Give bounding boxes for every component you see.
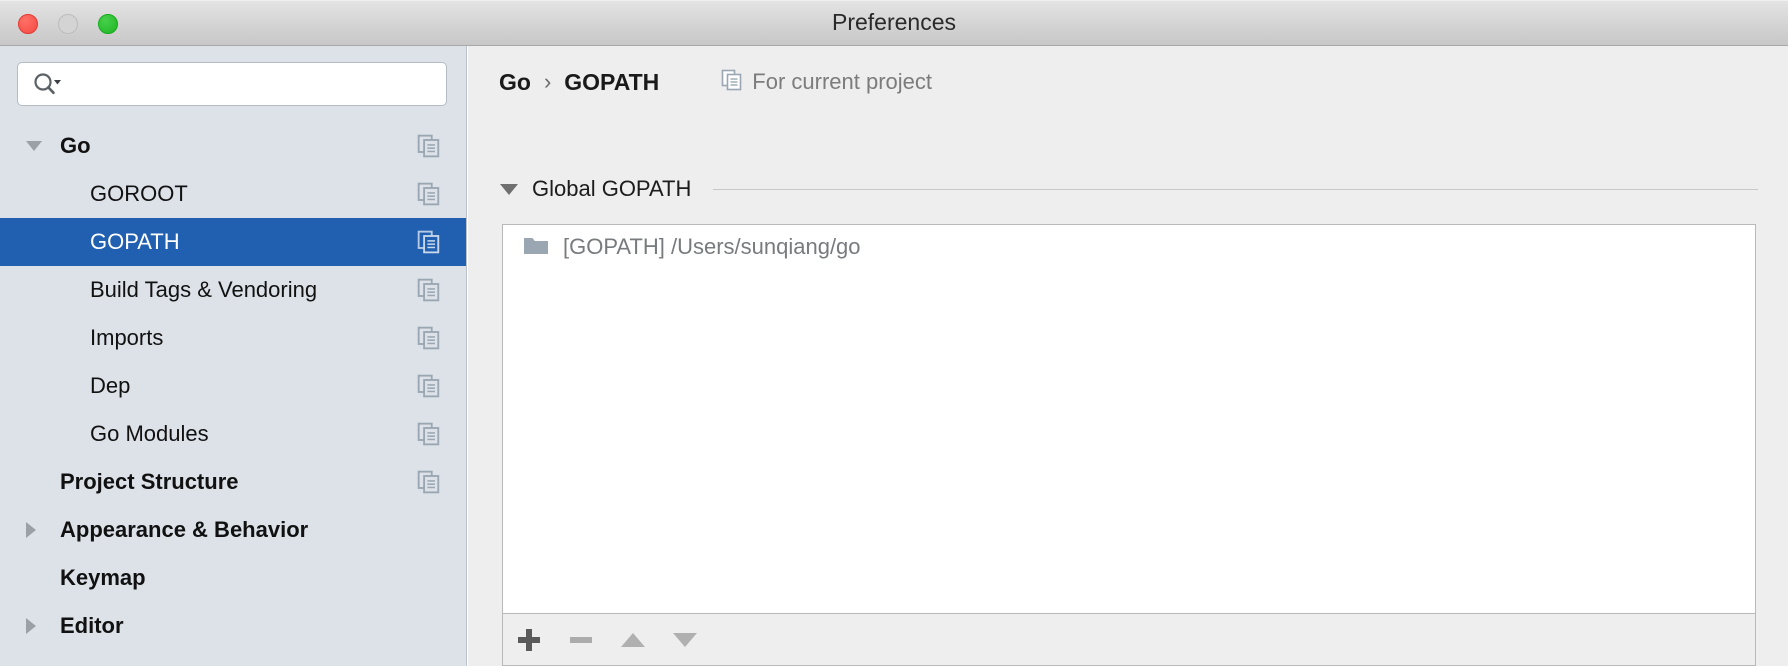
sidebar-item-label: Dep <box>90 373 131 398</box>
copy-settings-icon[interactable] <box>417 230 441 254</box>
search-input[interactable] <box>68 73 446 95</box>
plus-icon <box>518 628 540 651</box>
sidebar-item-label: Keymap <box>60 565 146 590</box>
global-gopath-listbox[interactable]: [GOPATH] /Users/sunqiang/go <box>502 224 1756 614</box>
sidebar-item-label: Appearance & Behavior <box>60 517 309 542</box>
arrow-down-icon <box>673 632 697 647</box>
settings-sidebar: Go GOROOT GOPATH Build Tags & Vendoring Impo… <box>0 46 467 666</box>
add-gopath-button[interactable] <box>503 614 555 666</box>
copy-settings-icon[interactable] <box>417 470 441 494</box>
sidebar-item-label: Imports <box>90 325 164 350</box>
copy-settings-icon[interactable] <box>417 374 441 398</box>
sidebar-item-label: Editor <box>60 613 124 638</box>
sidebar-item-label: GOROOT <box>90 181 188 206</box>
copy-settings-icon[interactable] <box>417 422 441 446</box>
breadcrumb-current: GOPATH <box>564 68 660 95</box>
sidebar-item-gopath[interactable]: GOPATH <box>0 218 466 266</box>
breadcrumb: Go › GOPATH For current project <box>499 64 932 100</box>
remove-gopath-button[interactable] <box>555 614 607 666</box>
window-title: Preferences <box>831 9 956 35</box>
sidebar-item-label: GOPATH <box>90 229 180 254</box>
sidebar-item-label: Project Structure <box>60 469 239 494</box>
section-title-global-gopath: Global GOPATH <box>532 176 692 201</box>
move-up-button[interactable] <box>607 614 659 666</box>
breadcrumb-separator-icon: › <box>543 69 552 94</box>
sidebar-item-label: Build Tags & Vendoring <box>90 277 318 302</box>
sidebar-item-build-tags-vendoring[interactable]: Build Tags & Vendoring <box>0 266 466 314</box>
chevron-right-icon[interactable] <box>26 618 36 634</box>
section-divider <box>713 188 1758 190</box>
sidebar-item-dep[interactable]: Dep <box>0 362 466 410</box>
search-icon <box>32 71 62 97</box>
sidebar-item-label: Go <box>60 133 91 158</box>
sidebar-item-go-modules[interactable]: Go Modules <box>0 410 466 458</box>
chevron-down-icon[interactable] <box>500 183 518 195</box>
sidebar-item-imports[interactable]: Imports <box>0 314 466 362</box>
settings-tree: Go GOROOT GOPATH Build Tags & Vendoring Impo… <box>0 122 466 650</box>
section-header-global-gopath[interactable]: Global GOPATH <box>500 176 1758 202</box>
scope-label: For current project <box>752 69 932 94</box>
window-content: Go GOROOT GOPATH Build Tags & Vendoring Impo… <box>0 46 1788 666</box>
list-item-label: [GOPATH] /Users/sunqiang/go <box>563 234 861 259</box>
global-gopath-toolbar <box>502 614 1756 666</box>
sidebar-item-appearance-behavior[interactable]: Appearance & Behavior <box>0 506 466 554</box>
scope-indicator: For current project <box>721 69 932 96</box>
settings-main-panel: Go › GOPATH For current project Global G… <box>468 46 1788 666</box>
chevron-right-icon[interactable] <box>26 522 36 538</box>
search-box[interactable] <box>17 62 447 106</box>
copy-settings-icon[interactable] <box>417 278 441 302</box>
sidebar-item-goroot[interactable]: GOROOT <box>0 170 466 218</box>
arrow-up-icon <box>621 632 645 647</box>
copy-settings-icon[interactable] <box>417 182 441 206</box>
sidebar-item-label: Go Modules <box>90 421 209 446</box>
sidebar-item-editor[interactable]: Editor <box>0 602 466 650</box>
copy-settings-icon <box>721 69 743 96</box>
sidebar-item-keymap[interactable]: Keymap <box>0 554 466 602</box>
move-down-button[interactable] <box>659 614 711 666</box>
copy-settings-icon[interactable] <box>417 326 441 350</box>
copy-settings-icon[interactable] <box>417 134 441 158</box>
sidebar-item-go[interactable]: Go <box>0 122 466 170</box>
window-titlebar: Preferences <box>0 0 1788 46</box>
list-item[interactable]: [GOPATH] /Users/sunqiang/go <box>503 225 1755 269</box>
breadcrumb-root[interactable]: Go <box>499 69 531 96</box>
sidebar-search-area <box>0 46 466 106</box>
sidebar-item-project-structure[interactable]: Project Structure <box>0 458 466 506</box>
folder-icon <box>523 234 549 261</box>
minus-icon <box>570 636 592 643</box>
preferences-window: Preferences Go GOROOT GOPATH Build Tags & <box>0 0 1788 666</box>
chevron-down-icon[interactable] <box>26 141 42 151</box>
